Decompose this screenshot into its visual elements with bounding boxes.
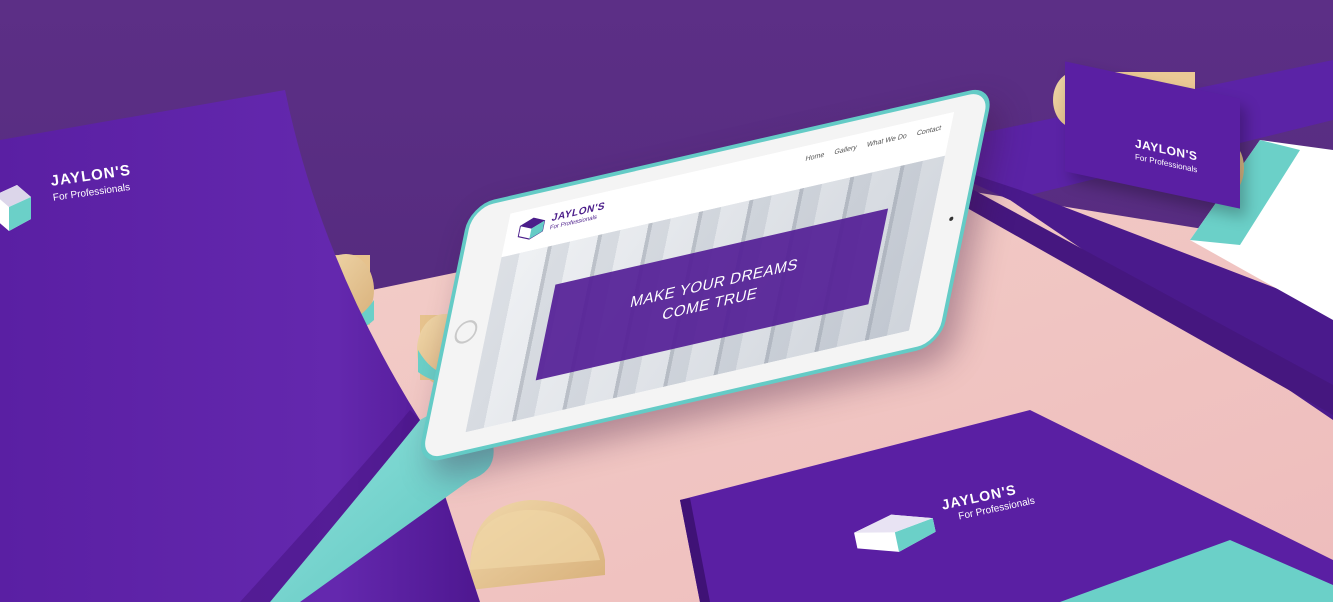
nav-contact[interactable]: Contact — [916, 125, 942, 138]
hexagon-cube-icon — [517, 217, 546, 240]
nav-home[interactable]: Home — [805, 151, 825, 163]
nav-what-we-do[interactable]: What We Do — [866, 133, 907, 149]
nav-gallery[interactable]: Gallery — [834, 144, 858, 156]
